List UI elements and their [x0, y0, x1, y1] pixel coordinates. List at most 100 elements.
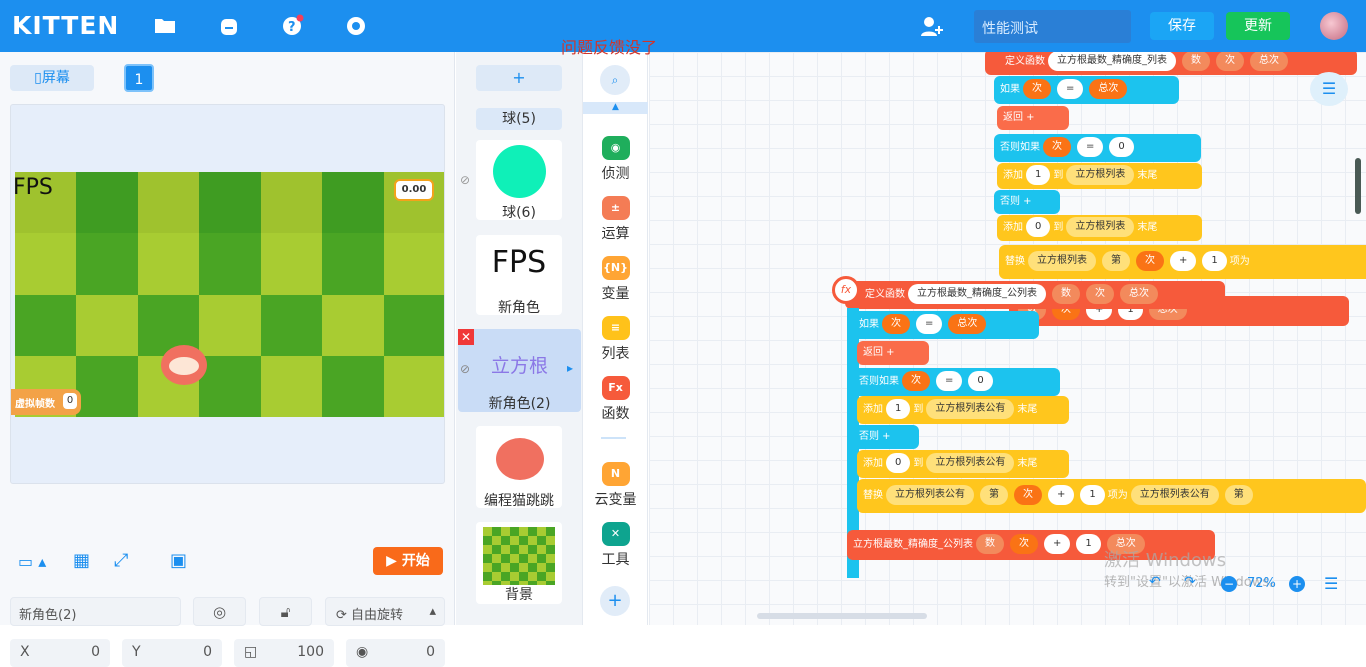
- sprite-label: 新角色(2): [488, 396, 551, 412]
- help-icon[interactable]: ?: [281, 14, 311, 38]
- list-replace-block[interactable]: 替换 立方根列表第次 +1 项为: [999, 245, 1366, 279]
- save-button[interactable]: 保存: [1150, 12, 1214, 40]
- sprite-card[interactable]: 编程猫跳跳: [476, 426, 562, 509]
- update-button[interactable]: 更新: [1226, 12, 1290, 40]
- kitten-sprite[interactable]: [161, 345, 207, 385]
- stage-size-icon[interactable]: ▭ ▴: [18, 552, 46, 571]
- screen-number[interactable]: 1: [124, 64, 154, 92]
- redo-icon[interactable]: ↷: [1184, 574, 1196, 590]
- if-block[interactable]: 如果次 = 总次: [853, 311, 1039, 339]
- horizontal-scrollbar[interactable]: [757, 613, 927, 619]
- caret-right-icon[interactable]: ▸: [567, 361, 573, 375]
- start-button[interactable]: ▶ 开始: [373, 547, 443, 575]
- board-tile: [260, 355, 323, 417]
- sprite-label: 球(5): [502, 111, 536, 127]
- zoom-in-icon[interactable]: +: [1289, 576, 1305, 592]
- hidden-eye-icon[interactable]: ⊘: [460, 362, 470, 376]
- project-name-input[interactable]: 性能测试: [974, 10, 1131, 43]
- category-icon: Fx: [601, 376, 630, 400]
- sprite-name-field[interactable]: 新角色(2): [10, 597, 181, 626]
- list-add-block[interactable]: 添加 0 到立方根列表 末尾: [997, 215, 1202, 241]
- return-block[interactable]: 返回 +: [857, 341, 929, 365]
- list-add-block[interactable]: 添加 1 到立方根列表公有 末尾: [857, 396, 1069, 424]
- return-block[interactable]: 返回 +: [997, 106, 1069, 130]
- category-2[interactable]: {N} 变量: [583, 256, 648, 303]
- list-add-block[interactable]: 添加 1 到立方根列表 末尾: [997, 163, 1202, 189]
- vertical-scrollbar[interactable]: [1355, 158, 1361, 214]
- avatar[interactable]: [1320, 12, 1348, 40]
- sprite-card[interactable]: 球(5): [476, 108, 562, 130]
- if-block[interactable]: 如果次 = 总次: [994, 76, 1179, 104]
- sprite-card[interactable]: 球(6): [476, 140, 562, 221]
- lock-icon[interactable]: 🔓︎: [259, 597, 312, 626]
- sprite-card[interactable]: 背景: [476, 522, 562, 604]
- checker-background: [15, 172, 444, 417]
- else-block[interactable]: 否则 +: [994, 190, 1060, 214]
- board-tile: [76, 172, 138, 234]
- x-field[interactable]: X0: [10, 639, 110, 667]
- add-sprite-button[interactable]: +: [476, 65, 562, 91]
- size-field[interactable]: ◱ 100: [234, 639, 334, 667]
- x-label: X: [20, 644, 30, 660]
- grid-icon[interactable]: ▦: [73, 550, 90, 571]
- hidden-eye-icon[interactable]: ⊘: [460, 173, 470, 187]
- elif-block[interactable]: 否则如果次 = 0: [994, 134, 1201, 162]
- else-block[interactable]: 否则 +: [853, 425, 919, 449]
- category-3[interactable]: ≡ 列表: [583, 316, 648, 363]
- category-divider: [601, 437, 626, 439]
- scroll-up-icon[interactable]: ▲: [583, 102, 648, 114]
- size-value: 100: [297, 644, 324, 660]
- add-user-icon[interactable]: [920, 14, 950, 38]
- category-0[interactable]: ◉ 侦测: [583, 136, 648, 183]
- board-tile: [199, 355, 261, 417]
- preview-icon[interactable]: ▣: [170, 550, 187, 571]
- category-5[interactable]: N 云变量: [583, 462, 648, 509]
- elif-block[interactable]: 否则如果次 = 0: [853, 368, 1060, 396]
- category-icon: ✕: [601, 522, 630, 546]
- board-tile: [322, 233, 384, 295]
- settings-icon[interactable]: [344, 14, 374, 38]
- undo-icon[interactable]: ↶: [1149, 574, 1161, 590]
- sprite-thumb: [496, 438, 544, 480]
- list-add-block[interactable]: 添加 0 到立方根列表公有 末尾: [857, 450, 1069, 478]
- backpack-icon[interactable]: [217, 14, 247, 38]
- svg-text:?: ?: [288, 20, 296, 35]
- stage-canvas[interactable]: FPS 0.00 虚拟帧数 0: [10, 104, 445, 484]
- board-tile: [199, 172, 261, 234]
- category-6[interactable]: ✕ 工具: [583, 522, 648, 569]
- code-canvas[interactable]: 定义函数 立方根最数_精确度_列表数次总次 如果次 = 总次 返回 + 否则如果次 = 0…: [649, 52, 1366, 625]
- delete-sprite-icon[interactable]: ✕: [458, 329, 474, 345]
- sprite-label: 球(6): [502, 205, 536, 221]
- category-label: 工具: [601, 552, 630, 568]
- fullscreen-icon[interactable]: ⤢: [114, 550, 128, 571]
- block-search-icon[interactable]: ☰: [1310, 72, 1348, 106]
- rotation-mode-select[interactable]: ⟳ 自由旋转 ▴: [325, 597, 445, 626]
- board-tile: [383, 355, 444, 417]
- caret-up-icon: ▴: [429, 604, 436, 619]
- y-field[interactable]: Y0: [122, 639, 222, 667]
- sprite-card-selected[interactable]: 立方根 新角色(2) ▸ ⊘: [458, 329, 581, 412]
- screen-button[interactable]: ▯屏幕: [10, 65, 94, 91]
- rotate-icon: ⟳: [336, 608, 352, 623]
- search-icon[interactable]: ⌕: [600, 65, 630, 95]
- direction-field[interactable]: ◉ 0: [346, 639, 445, 667]
- category-4[interactable]: Fx 函数: [583, 376, 648, 423]
- add-extension-button[interactable]: +: [600, 586, 630, 616]
- app-logo: KITTEN: [12, 11, 120, 40]
- visibility-icon[interactable]: ◎: [193, 597, 246, 626]
- board-tile: [322, 355, 384, 417]
- folder-icon[interactable]: [153, 14, 183, 38]
- category-1[interactable]: ± 运算: [583, 196, 648, 243]
- zoom-out-icon[interactable]: −: [1221, 576, 1237, 592]
- define-function-block-2[interactable]: 定义函数 立方根最数_精确度_公列表数次总次: [845, 281, 1225, 309]
- fps-value: 0.00: [394, 179, 434, 201]
- align-blocks-icon[interactable]: ☰: [1324, 574, 1338, 593]
- board-tile: [383, 294, 444, 356]
- virtual-fps-monitor: 虚拟帧数 0: [11, 389, 81, 415]
- sprite-list: + 球(5) 球(6) ⊘ FPS 新角色 立方根 新角色(2) ▸ ⊘ ✕ 编…: [456, 52, 583, 625]
- sprite-card[interactable]: FPS 新角色: [476, 235, 562, 316]
- define-function-block-1[interactable]: 定义函数 立方根最数_精确度_列表数次总次: [985, 52, 1357, 75]
- stage-panel: ▯屏幕 1 FPS 0.00 虚拟帧数 0 ▭ ▴ ▦ ⤢ ▣ ▶ 开始 新角色(…: [0, 52, 455, 667]
- list-replace-block[interactable]: 替换 立方根列表公有第次 +1 项为 立方根列表公有第: [857, 479, 1366, 513]
- board-tile: [260, 294, 323, 356]
